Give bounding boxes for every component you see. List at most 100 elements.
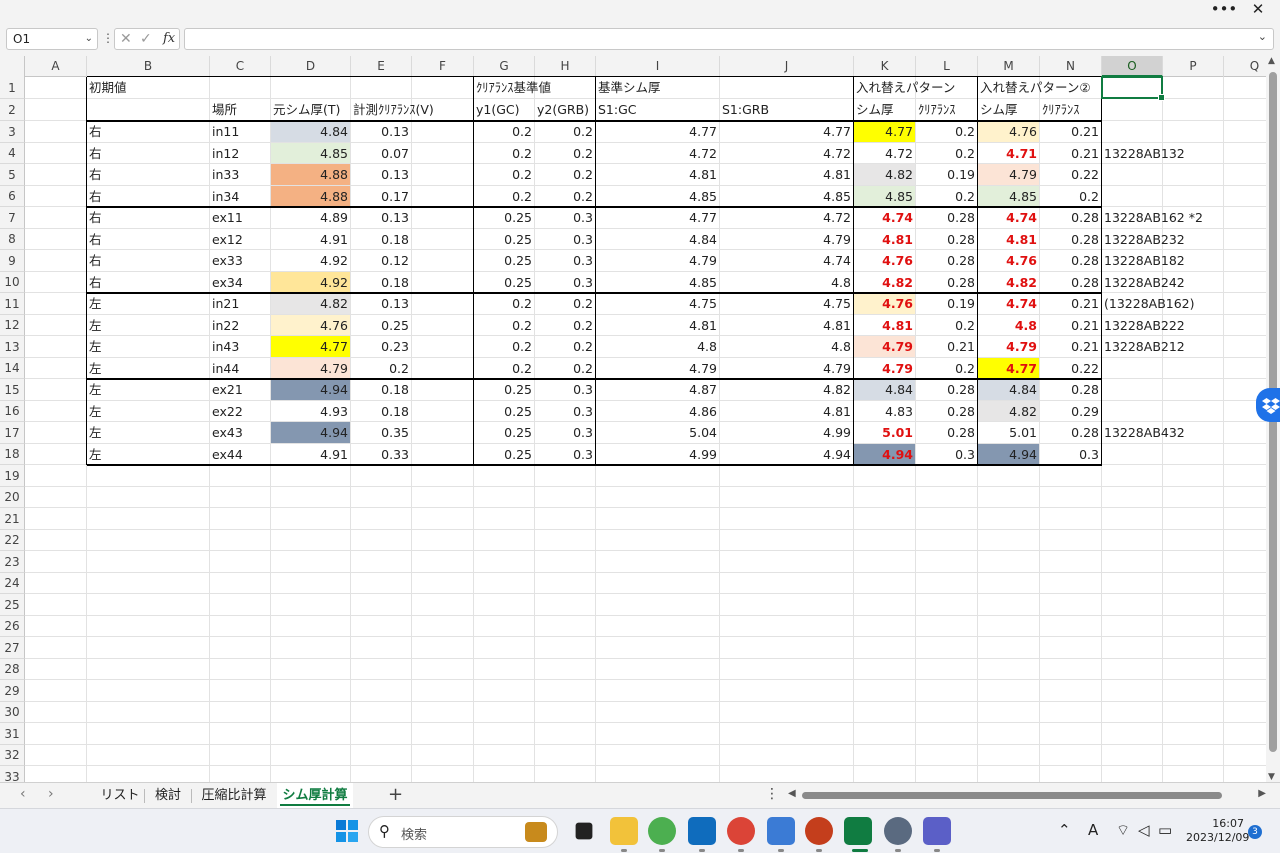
grid-cell[interactable] bbox=[596, 594, 720, 616]
row-header[interactable]: 12 bbox=[0, 315, 25, 336]
column-header-h[interactable]: H bbox=[535, 56, 596, 77]
grid-cell[interactable] bbox=[210, 766, 271, 782]
row-header[interactable]: 11 bbox=[0, 293, 25, 315]
grid-cell[interactable] bbox=[351, 659, 412, 680]
cell-k7[interactable]: 4.74 bbox=[854, 207, 916, 229]
battery-icon[interactable]: ▭ bbox=[1158, 821, 1172, 839]
cell-c4[interactable]: in12 bbox=[210, 143, 271, 164]
cell-m18[interactable]: 4.94 bbox=[978, 444, 1040, 465]
cell-e11[interactable]: 0.13 bbox=[351, 293, 412, 315]
prev-sheet-icon[interactable]: ‹ bbox=[20, 786, 26, 802]
grid-cell[interactable] bbox=[1102, 616, 1163, 637]
grid-cell[interactable] bbox=[916, 723, 978, 745]
cell-l12[interactable]: 0.2 bbox=[916, 315, 978, 336]
grid-cell[interactable] bbox=[474, 530, 535, 551]
taskbar-search[interactable]: ⚲ 検索 bbox=[368, 816, 558, 848]
cell-d13[interactable]: 4.77 bbox=[271, 336, 351, 358]
grid-cell[interactable] bbox=[535, 702, 596, 723]
cell-j7[interactable]: 4.72 bbox=[720, 207, 854, 229]
grid-cell[interactable] bbox=[1224, 508, 1266, 530]
grid-cell[interactable] bbox=[1163, 659, 1224, 680]
grid-cell[interactable] bbox=[412, 723, 474, 745]
grid-cell[interactable] bbox=[1163, 573, 1224, 594]
grid-cell[interactable] bbox=[854, 508, 916, 530]
cell-j9[interactable]: 4.74 bbox=[720, 250, 854, 272]
cell-n14[interactable]: 0.22 bbox=[1040, 358, 1102, 379]
grid-cell[interactable] bbox=[1102, 723, 1163, 745]
grid-cell[interactable] bbox=[87, 508, 210, 530]
grid-cell[interactable] bbox=[720, 680, 854, 702]
column-header-c[interactable]: C bbox=[210, 56, 271, 77]
cell-m11[interactable]: 4.74 bbox=[978, 293, 1040, 315]
grid-cell[interactable] bbox=[854, 487, 916, 508]
grid-cell[interactable] bbox=[596, 702, 720, 723]
grid-cell[interactable] bbox=[412, 659, 474, 680]
cell-g7[interactable]: 0.25 bbox=[474, 207, 535, 229]
cell-k6[interactable]: 4.85 bbox=[854, 186, 916, 207]
cell-h4[interactable]: 0.2 bbox=[535, 143, 596, 164]
cell-i13[interactable]: 4.8 bbox=[596, 336, 720, 358]
cell-o12[interactable]: 13228AB222 bbox=[1102, 315, 1232, 336]
column-header-i[interactable]: I bbox=[596, 56, 720, 77]
row-header[interactable]: 13 bbox=[0, 336, 25, 358]
cell-m5[interactable]: 4.79 bbox=[978, 164, 1040, 186]
grid-cell[interactable] bbox=[1224, 99, 1266, 121]
cell-d3[interactable]: 4.84 bbox=[271, 121, 351, 143]
grid-cell[interactable] bbox=[1224, 659, 1266, 680]
cell-n5[interactable]: 0.22 bbox=[1040, 164, 1102, 186]
grid-cell[interactable] bbox=[87, 659, 210, 680]
cell-d5[interactable]: 4.88 bbox=[271, 164, 351, 186]
grid-cell[interactable] bbox=[25, 530, 87, 551]
grid-cell[interactable] bbox=[210, 573, 271, 594]
grid-cell[interactable] bbox=[412, 207, 474, 229]
grid-cell[interactable] bbox=[916, 659, 978, 680]
grid-cell[interactable] bbox=[1224, 465, 1266, 487]
grid-cell[interactable] bbox=[412, 315, 474, 336]
grid-cell[interactable] bbox=[271, 465, 351, 487]
grid-cell[interactable] bbox=[1224, 121, 1266, 143]
cell-e15[interactable]: 0.18 bbox=[351, 379, 412, 401]
cell-k16[interactable]: 4.83 bbox=[854, 401, 916, 422]
grid-cell[interactable] bbox=[271, 637, 351, 659]
grid-cell[interactable] bbox=[1163, 444, 1224, 465]
cell-m14[interactable]: 4.77 bbox=[978, 358, 1040, 379]
grid-cell[interactable] bbox=[1040, 637, 1102, 659]
cell-g10[interactable]: 0.25 bbox=[474, 272, 535, 293]
grid-cell[interactable] bbox=[25, 745, 87, 766]
grid-cell[interactable] bbox=[916, 465, 978, 487]
column-header-d[interactable]: D bbox=[271, 56, 351, 77]
column-header-b[interactable]: B bbox=[87, 56, 210, 77]
cell-m17[interactable]: 5.01 bbox=[978, 422, 1040, 444]
grid-cell[interactable] bbox=[1040, 530, 1102, 551]
grid-cell[interactable] bbox=[1102, 121, 1163, 143]
grid-cell[interactable] bbox=[1163, 379, 1224, 401]
cell-n4[interactable]: 0.21 bbox=[1040, 143, 1102, 164]
grid-cell[interactable] bbox=[210, 530, 271, 551]
grid-cell[interactable] bbox=[596, 508, 720, 530]
cell-n8[interactable]: 0.28 bbox=[1040, 229, 1102, 250]
cell-m6[interactable]: 4.85 bbox=[978, 186, 1040, 207]
grid-cell[interactable] bbox=[596, 551, 720, 573]
column-header-f[interactable]: F bbox=[412, 56, 474, 77]
row-header[interactable]: 32 bbox=[0, 745, 25, 766]
cell-d16[interactable]: 4.93 bbox=[271, 401, 351, 422]
cell-d10[interactable]: 4.92 bbox=[271, 272, 351, 293]
grid-cell[interactable] bbox=[1224, 164, 1266, 186]
grid-cell[interactable] bbox=[1224, 680, 1266, 702]
grid-cell[interactable] bbox=[412, 444, 474, 465]
grid-cell[interactable] bbox=[25, 358, 87, 379]
grid-cell[interactable] bbox=[978, 723, 1040, 745]
cell-o10[interactable]: 13228AB242 bbox=[1102, 272, 1232, 293]
grid-cell[interactable] bbox=[1163, 616, 1224, 637]
cell-h9[interactable]: 0.3 bbox=[535, 250, 596, 272]
grid-cell[interactable] bbox=[474, 594, 535, 616]
grid-cell[interactable] bbox=[535, 465, 596, 487]
grid-cell[interactable] bbox=[412, 293, 474, 315]
grid-cell[interactable] bbox=[720, 573, 854, 594]
cell-c13[interactable]: in43 bbox=[210, 336, 271, 358]
grid-cell[interactable] bbox=[412, 766, 474, 782]
cell-e17[interactable]: 0.35 bbox=[351, 422, 412, 444]
tab-options-icon[interactable]: ⋮ bbox=[765, 786, 779, 802]
cell-n11[interactable]: 0.21 bbox=[1040, 293, 1102, 315]
cell-g11[interactable]: 0.2 bbox=[474, 293, 535, 315]
